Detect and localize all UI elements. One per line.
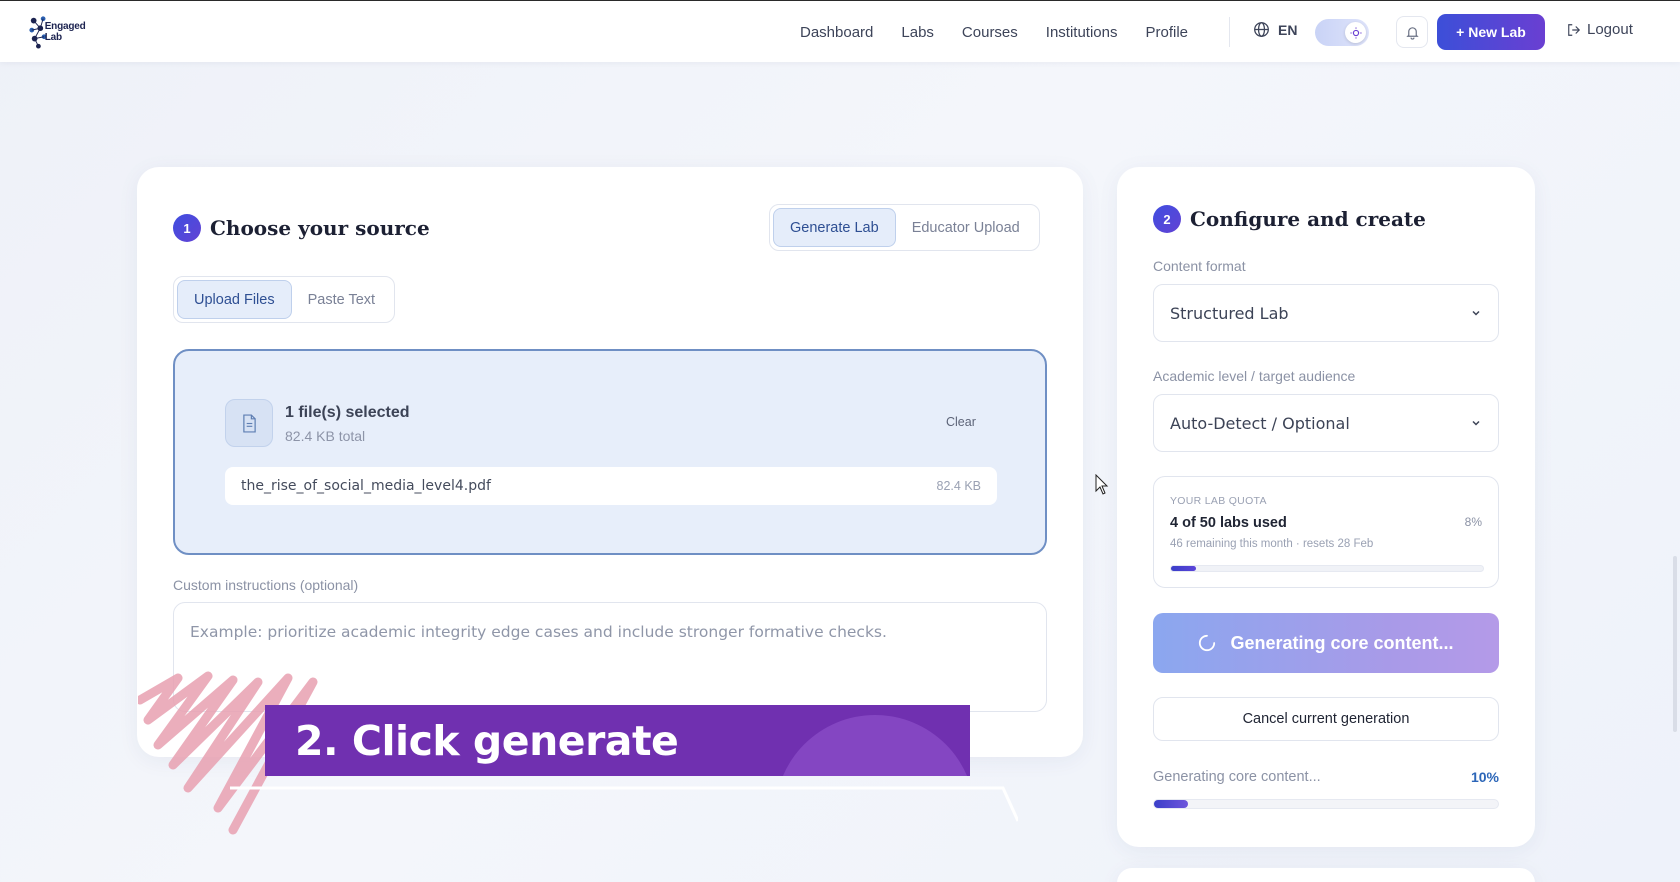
loading-spinner-icon [1199,634,1216,652]
scrollbar-thumb[interactable] [1673,556,1677,732]
quota-progress-bar [1170,565,1484,572]
nav-profile[interactable]: Profile [1146,24,1189,41]
caption-decor-circle [775,715,970,776]
nav-dashboard[interactable]: Dashboard [800,24,873,41]
generation-progress-bar [1153,799,1499,809]
custom-instructions-placeholder: Example: prioritize academic integrity e… [190,623,887,641]
theme-toggle-knob [1345,22,1366,43]
theme-toggle[interactable] [1315,19,1369,46]
step-badge-1: 1 [173,214,201,242]
source-card: 1 Choose your source Generate Lab Educat… [137,167,1083,757]
primary-nav: Dashboard Labs Courses Institutions Prof… [800,1,1216,63]
content-format-label: Content format [1153,258,1246,274]
caption-text: 2. Click generate [295,717,679,765]
quota-title: 4 of 50 labs used [1170,515,1287,531]
nav-labs[interactable]: Labs [901,24,934,41]
nav-institutions[interactable]: Institutions [1046,24,1118,41]
configure-card: 2 Configure and create Content format St… [1117,167,1535,847]
generation-progress-percent: 10% [1470,769,1499,785]
clear-button[interactable]: Clear [946,415,976,429]
input-tabs: Upload Files Paste Text [173,276,396,323]
nav-divider [1229,17,1230,47]
selected-count: 1 file(s) selected [285,404,410,421]
academic-level-value: Auto-Detect / Optional [1170,414,1350,433]
cancel-generation-button[interactable]: Cancel current generation [1153,697,1499,741]
tutorial-caption: 2. Click generate [265,705,970,776]
mode-tabs: Generate Lab Educator Upload [769,204,1040,251]
bell-icon [1405,26,1419,40]
source-header: 1 Choose your source [173,214,430,242]
file-dropzone[interactable]: 1 file(s) selected 82.4 KB total Clear t… [173,349,1047,555]
logout-link[interactable]: Logout [1567,21,1633,38]
caption-underline [230,786,1018,822]
language-switcher[interactable]: EN [1253,21,1297,38]
globe-icon [1254,22,1269,37]
sun-icon [1349,26,1362,39]
configure-header: 2 Configure and create [1153,205,1426,233]
logout-label: Logout [1587,21,1633,38]
custom-instructions-label: Custom instructions (optional) [173,577,359,593]
brand-logo[interactable]: Engaged Lab [28,13,102,51]
nav-courses[interactable]: Courses [962,24,1018,41]
quota-progress-fill [1171,566,1196,571]
top-navbar: Engaged Lab Dashboard Labs Courses Insti… [0,0,1680,62]
quota-subtitle: 46 remaining this month · resets 28 Feb [1170,538,1374,550]
new-lab-button[interactable]: + New Lab [1437,14,1545,50]
file-name: the_rise_of_social_media_level4.pdf [241,478,491,494]
tab-educator-upload[interactable]: Educator Upload [896,208,1036,247]
selected-total-size: 82.4 KB total [285,428,366,444]
content-format-value: Structured Lab [1170,304,1289,323]
configure-title: Configure and create [1190,207,1426,231]
step-badge-2: 2 [1153,205,1181,233]
chevron-down-icon [1472,310,1480,316]
file-row: the_rise_of_social_media_level4.pdf 82.4… [225,467,997,505]
logout-icon [1568,23,1581,36]
mouse-cursor-icon [1095,474,1109,495]
tab-upload-files[interactable]: Upload Files [177,280,292,319]
brand-name: Engaged Lab [44,21,86,43]
generate-button-label: Generating core content... [1230,632,1454,653]
language-code: EN [1278,21,1298,38]
generation-progress-label: Generating core content... [1153,769,1321,785]
chevron-down-icon [1472,420,1480,426]
generate-button[interactable]: Generating core content... [1153,613,1499,673]
quota-percent: 8% [1464,515,1482,529]
content-format-select[interactable]: Structured Lab [1153,284,1499,342]
quota-eyebrow: YOUR LAB QUOTA [1170,495,1267,507]
document-icon [225,399,273,447]
next-card-peek [1117,868,1535,882]
tab-generate-lab[interactable]: Generate Lab [773,208,896,247]
tab-paste-text[interactable]: Paste Text [292,280,391,319]
lab-quota-panel: YOUR LAB QUOTA 4 of 50 labs used 46 rema… [1153,476,1499,588]
academic-level-label: Academic level / target audience [1153,368,1356,384]
generation-progress-fill [1154,800,1189,808]
academic-level-select[interactable]: Auto-Detect / Optional [1153,394,1499,452]
notifications-button[interactable] [1396,16,1428,48]
file-size: 82.4 KB [936,479,981,493]
source-title: Choose your source [210,216,430,240]
